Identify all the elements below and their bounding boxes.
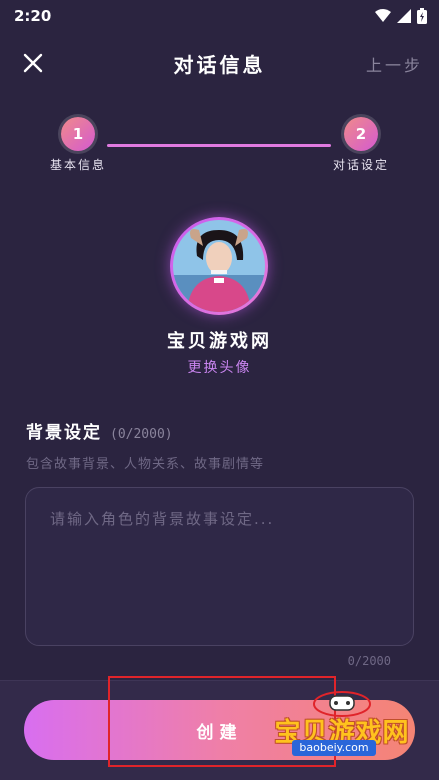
status-icons (375, 8, 427, 24)
background-title: 背景设定 (26, 423, 102, 443)
background-textarea-container (25, 487, 414, 646)
step-1-label: 基本信息 (50, 158, 107, 172)
avatar-image (173, 220, 265, 312)
background-textarea[interactable] (26, 488, 413, 645)
battery-icon (417, 8, 427, 24)
step-1-indicator: 1 (61, 117, 95, 151)
step-2-indicator: 2 (344, 117, 378, 151)
wifi-icon (375, 9, 391, 22)
create-button[interactable]: 创建 (24, 700, 415, 760)
stepper: 1 2 基本信息 对话设定 (0, 116, 439, 176)
status-time: 2:20 (14, 7, 52, 25)
prev-step-button[interactable]: 上一步 (366, 52, 423, 76)
background-description: 包含故事背景、人物关系、故事剧情等 (26, 457, 265, 472)
background-section-header: 背景设定 (0/2000) (26, 418, 173, 443)
char-counter: 0/2000 (347, 654, 391, 668)
profile-name: 宝贝游戏网 (167, 331, 272, 352)
change-avatar-link[interactable]: 更换头像 (0, 357, 439, 377)
close-icon (23, 53, 43, 73)
signal-icon (397, 9, 411, 23)
background-count: (0/2000) (110, 427, 173, 442)
close-button[interactable] (20, 50, 46, 76)
avatar[interactable] (170, 217, 268, 315)
step-2-label: 对话设定 (333, 158, 390, 172)
page-title: 对话信息 (173, 52, 266, 77)
status-bar: 2:20 (0, 0, 439, 32)
step-connector (107, 144, 331, 147)
header: 对话信息 上一步 (0, 40, 439, 86)
